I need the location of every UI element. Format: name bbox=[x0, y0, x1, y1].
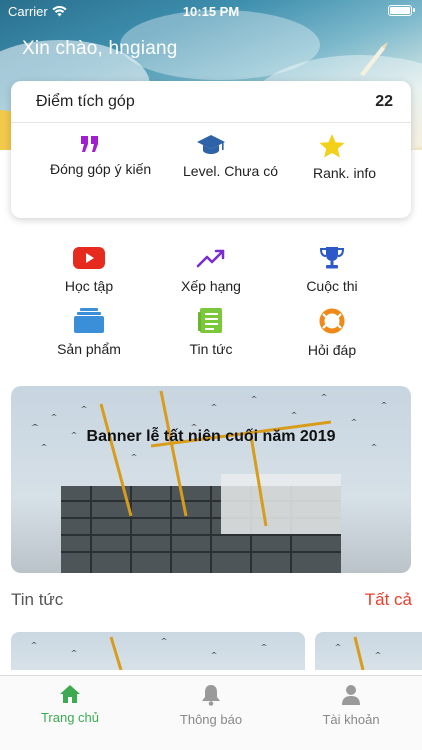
menu-item-products[interactable]: Sản phẩm bbox=[19, 308, 159, 357]
menu-item-ranking[interactable]: Xếp hạng bbox=[141, 246, 281, 294]
trending-up-icon bbox=[196, 249, 225, 268]
banner-title: Banner lễ tất niên cuối năm 2019 bbox=[86, 428, 336, 445]
feedback-button[interactable]: Đóng góp ý kiến bbox=[50, 133, 160, 178]
rank-button[interactable]: Rank. info bbox=[313, 133, 422, 182]
points-label: Điểm tích góp bbox=[36, 93, 135, 110]
status-bar: Carrier 10:15 PM bbox=[0, 0, 422, 22]
tab-label: Trang chủ bbox=[40, 710, 100, 725]
menu-label: Hỏi đáp bbox=[307, 342, 357, 358]
rank-label: Rank. info bbox=[313, 165, 377, 181]
clock: 10:15 PM bbox=[182, 4, 240, 19]
level-label: Level. Chưa có bbox=[183, 163, 278, 179]
lifebuoy-icon bbox=[319, 308, 345, 334]
newspaper-icon bbox=[198, 308, 222, 333]
trophy-icon bbox=[319, 247, 345, 269]
menu-label: Học tập bbox=[64, 278, 114, 294]
menu-label: Sản phẩm bbox=[57, 341, 121, 357]
news-section-header: Tin tức Tất cả bbox=[11, 590, 412, 610]
tab-notifications[interactable]: Thông báo bbox=[141, 684, 281, 727]
battery-icon bbox=[388, 5, 415, 16]
menu-item-news[interactable]: Tin tức bbox=[141, 308, 281, 357]
news-thumbnail bbox=[31, 636, 267, 670]
construction-image bbox=[31, 390, 387, 573]
tab-label: Thông báo bbox=[179, 712, 243, 727]
news-card[interactable] bbox=[11, 632, 305, 670]
see-all-link[interactable]: Tất cả bbox=[365, 590, 412, 610]
menu-label: Cuộc thi bbox=[306, 278, 358, 294]
user-icon bbox=[342, 685, 360, 705]
rocket-decoration bbox=[360, 42, 388, 76]
greeting-text: Xin chào, hngiang bbox=[22, 38, 178, 59]
menu-item-qa[interactable]: Hỏi đáp bbox=[262, 308, 402, 358]
points-card: Điểm tích góp 22 Đóng góp ý kiến Level. … bbox=[11, 81, 411, 218]
stack-icon bbox=[74, 308, 104, 333]
menu-label: Xếp hạng bbox=[181, 278, 241, 294]
tab-home[interactable]: Trang chủ bbox=[0, 684, 140, 725]
tab-account[interactable]: Tài khoản bbox=[281, 684, 421, 727]
news-thumbnail bbox=[335, 636, 381, 670]
feedback-label: Đóng góp ý kiến bbox=[50, 161, 152, 177]
home-icon bbox=[60, 685, 80, 703]
points-value: 22 bbox=[375, 93, 393, 110]
bell-icon bbox=[202, 685, 220, 706]
menu-item-study[interactable]: Học tập bbox=[19, 246, 159, 294]
tab-label: Tài khoản bbox=[322, 712, 380, 727]
tab-bar: Trang chủ Thông báo Tài khoản bbox=[0, 675, 422, 750]
star-icon bbox=[319, 134, 345, 158]
menu-item-contest[interactable]: Cuộc thi bbox=[262, 246, 402, 294]
quote-icon bbox=[81, 136, 98, 152]
menu-label: Tin tức bbox=[189, 341, 233, 357]
divider bbox=[11, 122, 411, 123]
promo-banner[interactable]: Banner lễ tất niên cuối năm 2019 bbox=[11, 386, 411, 573]
youtube-icon bbox=[73, 247, 105, 269]
news-section-title: Tin tức bbox=[11, 590, 64, 609]
graduation-cap-icon bbox=[197, 135, 225, 154]
level-button[interactable]: Level. Chưa có bbox=[183, 133, 293, 180]
news-card[interactable] bbox=[315, 632, 422, 670]
